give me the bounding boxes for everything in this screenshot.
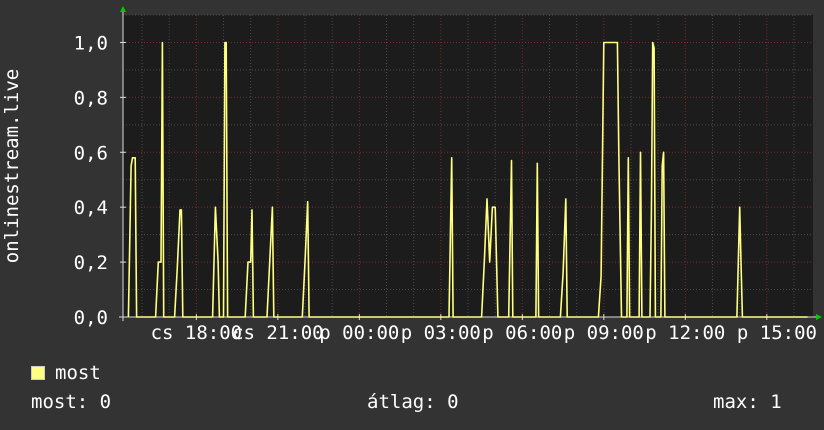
y-tick-label: 0,4 <box>74 197 108 219</box>
y-axis-arrow <box>120 6 126 12</box>
legend-label: most <box>55 362 101 384</box>
x-tick-label: p 12:00 <box>645 322 725 344</box>
y-tick-label: 0,6 <box>74 142 108 164</box>
legend: most <box>31 362 101 384</box>
y-tick-label: 0,2 <box>74 252 108 274</box>
x-tick-label: p 15:00 <box>737 322 817 344</box>
y-tick-label: 0,8 <box>74 87 108 109</box>
stat-average: átlag: 0 <box>367 391 459 413</box>
y-tick-label: 0,0 <box>74 307 108 329</box>
x-tick-label: p 03:00 <box>401 322 481 344</box>
x-axis-arrow <box>816 314 822 320</box>
y-axis-label: onlinestream.live <box>1 69 23 263</box>
legend-swatch <box>31 366 45 380</box>
stat-max: max: 1 <box>713 391 782 413</box>
y-tick-label: 1,0 <box>74 32 108 54</box>
stat-current: most: 0 <box>31 391 112 413</box>
x-tick-label: cs 21:00 <box>232 322 324 344</box>
x-tick-label: p 00:00 <box>319 322 399 344</box>
x-tick-label: p 09:00 <box>564 322 644 344</box>
x-tick-label: cs 18:00 <box>151 322 243 344</box>
chart: 0,0 0,2 0,4 0,6 0,8 1,0 cs 18:00cs 21:00p 00:0… <box>1 6 822 344</box>
x-tick-label: p 06:00 <box>482 322 562 344</box>
